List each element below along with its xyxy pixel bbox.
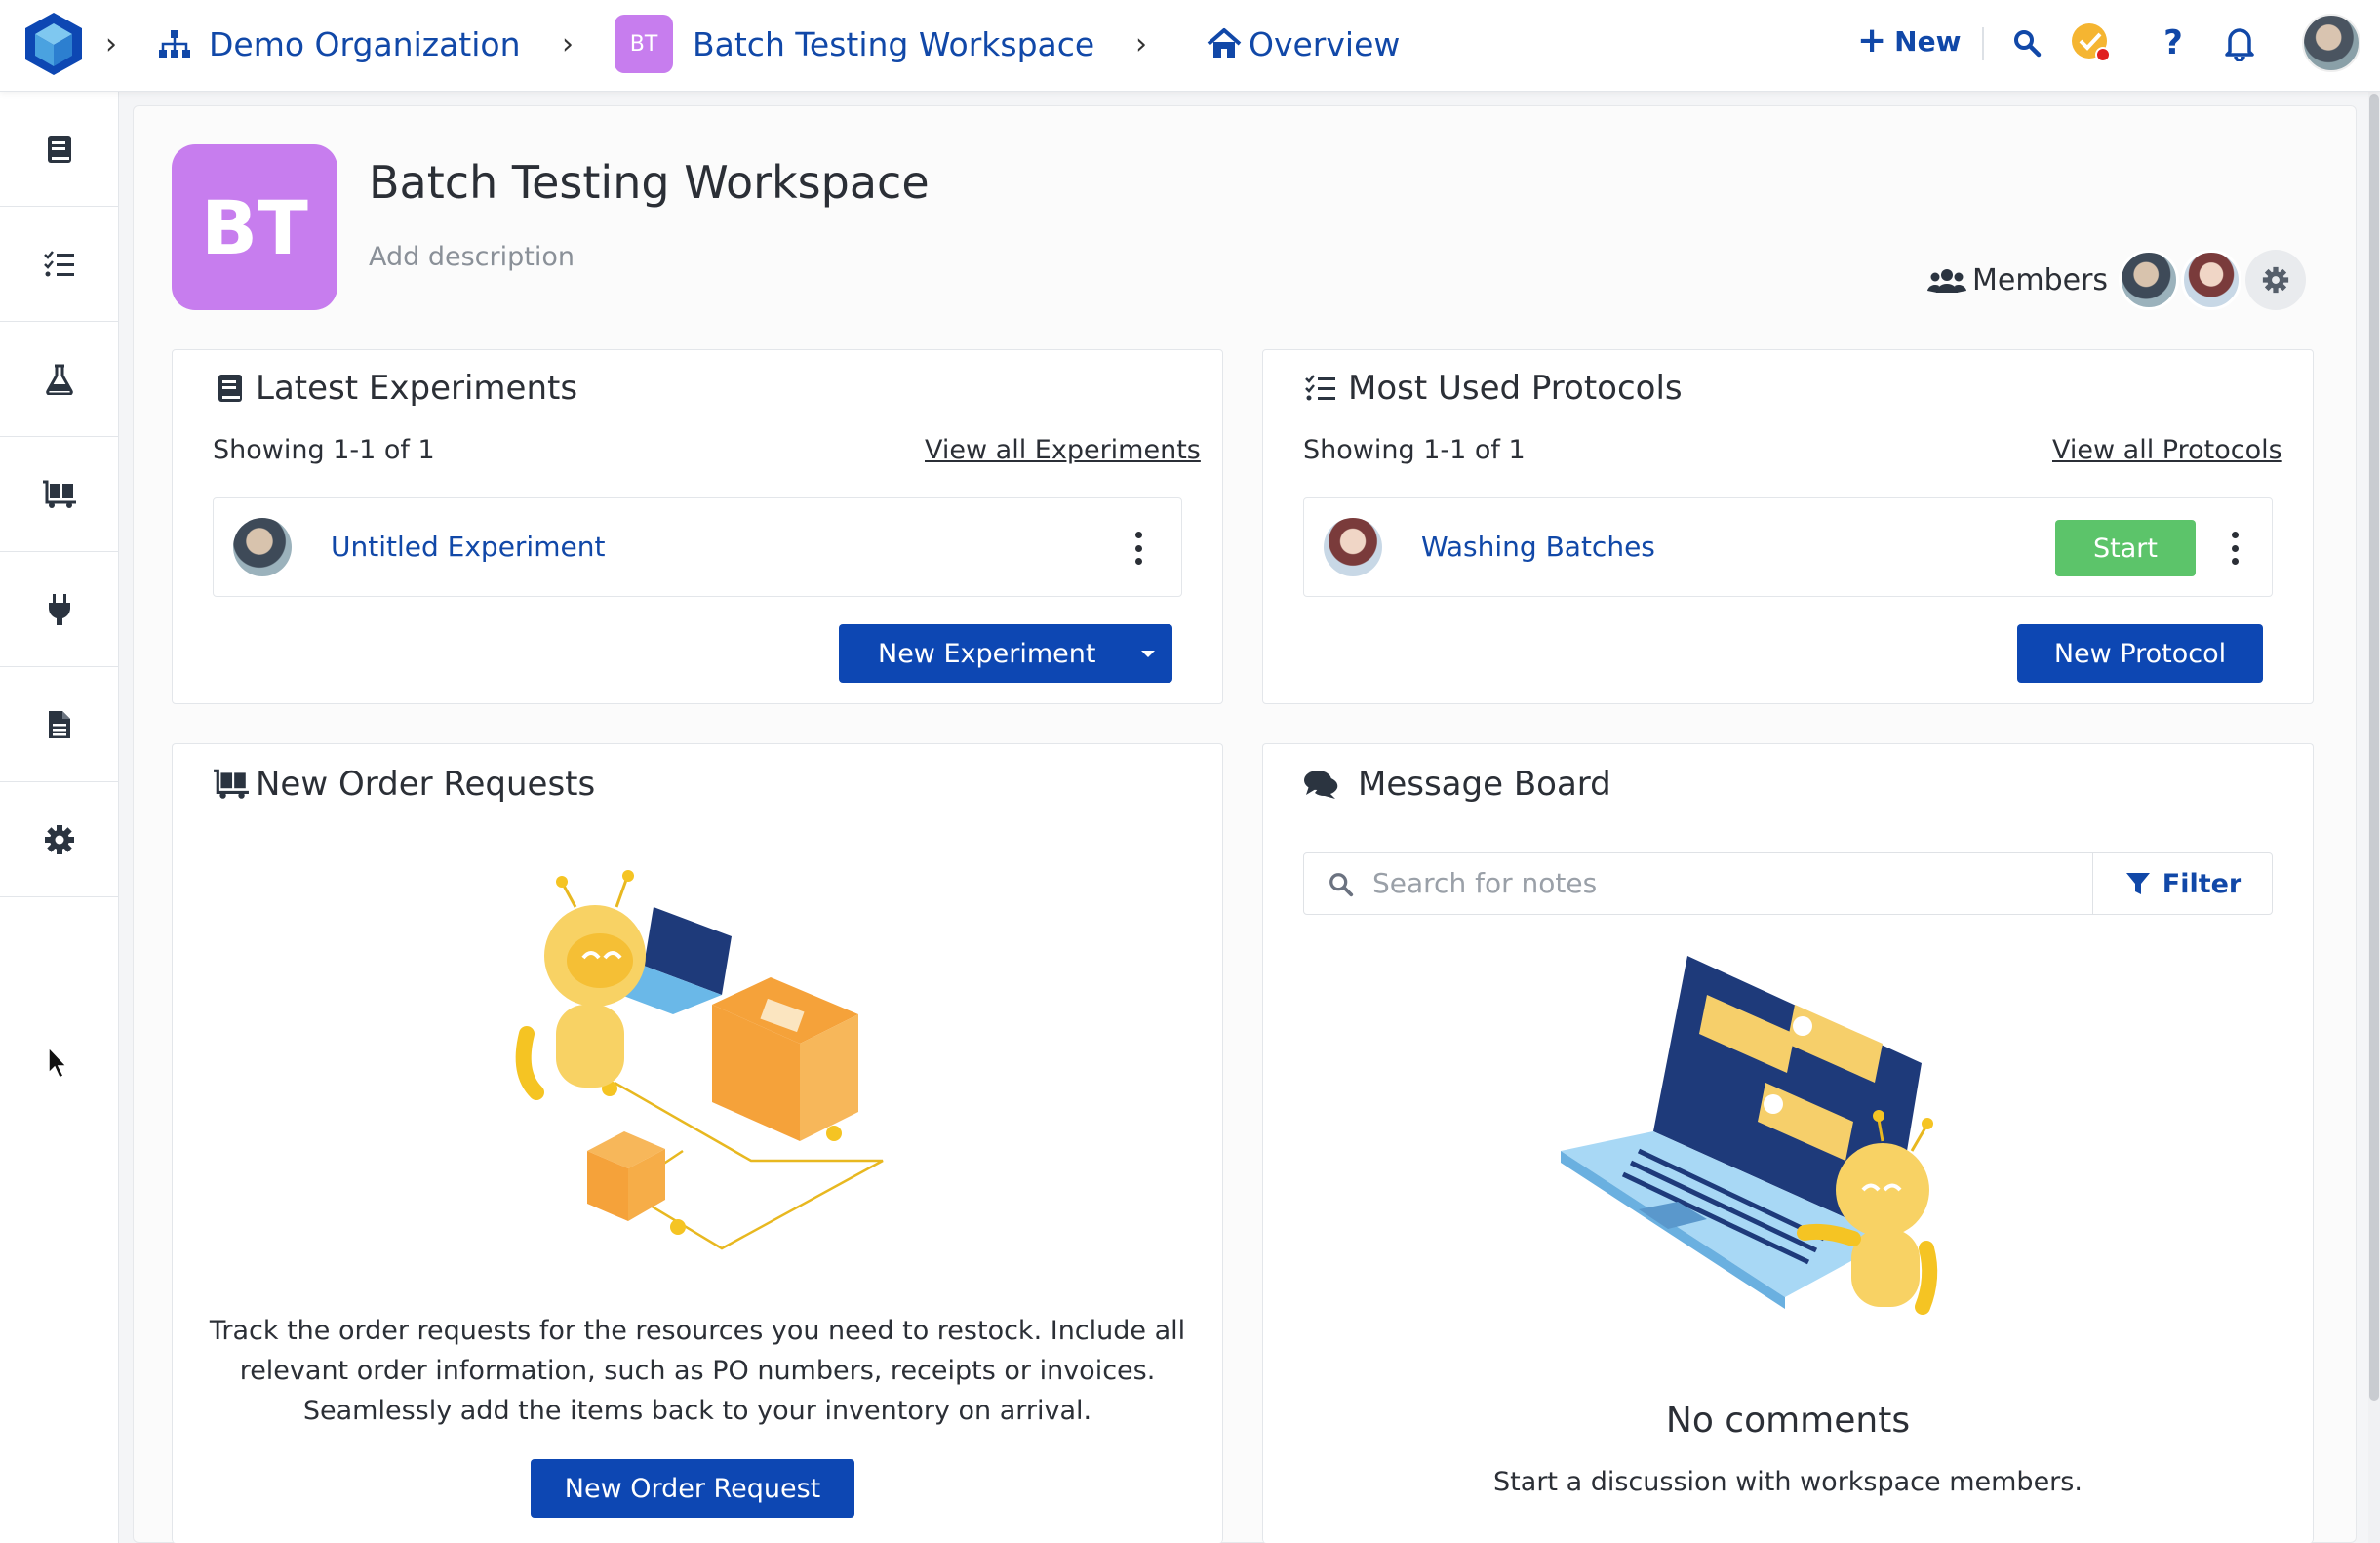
order-requests-description: Track the order requests for the resourc… xyxy=(172,1311,1223,1431)
gear-icon xyxy=(2262,266,2289,294)
sidebar-item-documents[interactable] xyxy=(0,667,119,782)
list-item[interactable]: Untitled Experiment xyxy=(213,497,1182,597)
comments-icon xyxy=(1303,769,1340,800)
breadcrumb-chevron-icon: › xyxy=(105,27,117,61)
new-experiment-label: New Experiment xyxy=(878,638,1096,669)
message-board-title-text: Message Board xyxy=(1358,765,1611,804)
members-button[interactable]: Members xyxy=(1927,263,2108,297)
new-button[interactable]: + New xyxy=(1857,23,1961,59)
breadcrumb-workspace[interactable]: BT Batch Testing Workspace xyxy=(615,15,1095,73)
bell-icon[interactable] xyxy=(2218,21,2261,64)
members-settings-button[interactable] xyxy=(2245,250,2306,310)
home-icon xyxy=(1206,27,1243,60)
help-icon[interactable]: ? xyxy=(2152,21,2195,64)
view-all-protocols-link[interactable]: View all Protocols xyxy=(2052,435,2282,465)
new-protocol-button[interactable]: New Protocol xyxy=(2017,624,2263,683)
plus-icon: + xyxy=(1857,20,1887,60)
sidebar-item-orders[interactable] xyxy=(0,437,119,552)
flask-icon xyxy=(46,364,73,395)
filter-button[interactable]: Filter xyxy=(2092,853,2274,914)
start-protocol-button[interactable]: Start xyxy=(2055,520,2196,576)
new-order-requests-title-text: New Order Requests xyxy=(256,765,596,804)
sidebar-item-integrations[interactable] xyxy=(0,552,119,667)
search-notes-input[interactable] xyxy=(1372,861,2036,904)
member-avatar[interactable] xyxy=(2181,250,2241,310)
gear-icon xyxy=(45,824,74,854)
checklist-icon xyxy=(1305,375,1336,402)
scrollbar-thumb[interactable] xyxy=(2369,94,2379,1401)
order-requests-description-line: Seamlessly add the items back to your in… xyxy=(302,1396,1092,1426)
new-order-request-button[interactable]: New Order Request xyxy=(531,1459,854,1518)
user-avatar[interactable] xyxy=(2302,14,2360,72)
list-item[interactable]: Washing Batches Start xyxy=(1303,497,2273,597)
workspace-name: Batch Testing Workspace xyxy=(693,24,1095,63)
new-experiment-button[interactable]: New Experiment xyxy=(839,624,1172,683)
filter-label: Filter xyxy=(2162,868,2242,899)
most-used-protocols-title: Most Used Protocols xyxy=(1305,369,1683,408)
organization-name: Demo Organization xyxy=(209,24,521,63)
more-options-icon[interactable] xyxy=(2229,532,2241,565)
workspace-badge: BT xyxy=(172,144,337,310)
avatar xyxy=(233,518,292,576)
plug-icon xyxy=(49,593,70,625)
dolly-boxes-icon xyxy=(43,480,76,508)
empty-state-title: No comments xyxy=(1665,1401,1911,1441)
sidebar xyxy=(0,92,119,1543)
sitemap-icon xyxy=(158,29,191,59)
mouse-cursor-icon xyxy=(48,1046,68,1080)
sidebar-item-experiments[interactable] xyxy=(0,92,119,207)
notebook-icon xyxy=(48,135,71,163)
sidebar-item-inventory[interactable] xyxy=(0,322,119,437)
add-description-field[interactable]: Add description xyxy=(369,242,575,272)
most-used-protocols-title-text: Most Used Protocols xyxy=(1348,369,1683,408)
app-logo-icon[interactable] xyxy=(21,10,86,78)
order-requests-description-line: relevant order information, such as PO n… xyxy=(239,1356,1156,1386)
search-icon[interactable] xyxy=(2005,21,2048,64)
toolbar-divider xyxy=(1982,27,1984,60)
workspace-badge-small: BT xyxy=(615,15,673,73)
caret-down-icon[interactable] xyxy=(1139,640,1157,674)
latest-experiments-title: Latest Experiments xyxy=(217,369,577,408)
users-icon xyxy=(1927,268,1966,294)
member-avatar[interactable] xyxy=(2119,250,2179,310)
avatar xyxy=(1324,518,1382,576)
members-label: Members xyxy=(1972,263,2109,297)
checklist-icon xyxy=(44,250,74,276)
notes-search-box: Filter xyxy=(1303,852,2273,915)
breadcrumb-organization[interactable]: Demo Organization xyxy=(158,20,521,68)
breadcrumb-chevron-icon: › xyxy=(562,27,574,61)
more-options-icon[interactable] xyxy=(1132,532,1144,565)
robot-boxes-illustration xyxy=(515,870,884,1250)
protocols-showing-count: Showing 1-1 of 1 xyxy=(1303,435,1526,465)
experiments-showing-count: Showing 1-1 of 1 xyxy=(213,435,435,465)
order-requests-description-line: Track the order requests for the resourc… xyxy=(209,1316,1186,1346)
top-bar: › Demo Organization › BT Batch Testing W… xyxy=(0,0,2380,92)
search-icon xyxy=(1329,873,1354,897)
view-all-experiments-link[interactable]: View all Experiments xyxy=(925,435,1201,465)
new-order-requests-title: New Order Requests xyxy=(213,765,595,804)
breadcrumb-overview[interactable]: Overview xyxy=(1206,20,1400,68)
new-button-label: New xyxy=(1894,24,1962,58)
breadcrumb-chevron-icon: › xyxy=(1135,27,1147,61)
dolly-boxes-icon xyxy=(213,769,250,800)
laptop-chat-illustration xyxy=(1561,956,1938,1315)
protocol-link[interactable]: Washing Batches xyxy=(1421,531,1655,563)
sidebar-item-protocols[interactable] xyxy=(0,207,119,322)
notebook-icon xyxy=(217,373,244,404)
tasks-check-icon[interactable] xyxy=(2070,21,2113,64)
page-name: Overview xyxy=(1249,24,1401,63)
document-icon xyxy=(49,710,70,738)
sidebar-item-settings[interactable] xyxy=(0,782,119,897)
page-title[interactable]: Batch Testing Workspace xyxy=(369,156,930,209)
empty-state-subtitle: Start a discussion with workspace member… xyxy=(1493,1467,2082,1497)
message-board-title: Message Board xyxy=(1303,765,1611,804)
experiment-link[interactable]: Untitled Experiment xyxy=(331,531,605,563)
latest-experiments-title-text: Latest Experiments xyxy=(256,369,578,408)
filter-icon xyxy=(2125,873,2150,894)
